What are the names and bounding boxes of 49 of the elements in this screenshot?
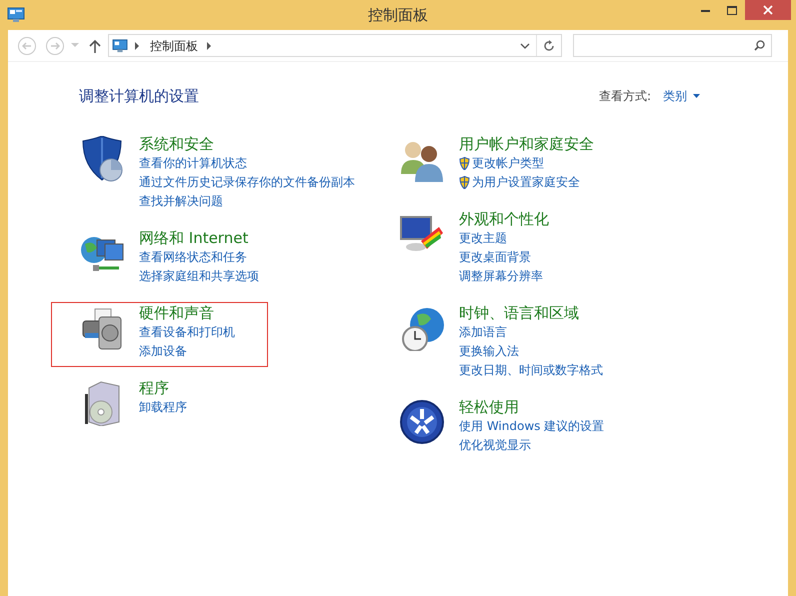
task-link[interactable]: 选择家庭组和共享选项 (139, 267, 259, 285)
category-title-link[interactable]: 时钟、语言和区域 (459, 302, 579, 322)
task-link[interactable]: 卸载程序 (139, 398, 187, 416)
task-link[interactable]: 更改帐户类型 (472, 154, 544, 172)
task-link[interactable]: 使用 Windows 建议的设置 (459, 417, 604, 435)
shield-icon (459, 156, 470, 170)
accessibility-icon[interactable] (399, 398, 445, 444)
category-title-link[interactable]: 用户帐户和家庭安全 (459, 134, 594, 154)
task-link[interactable]: 查看你的计算机状态 (139, 154, 247, 172)
category-title-link[interactable]: 系统和安全 (139, 134, 214, 154)
category-title-link[interactable]: 程序 (139, 378, 169, 398)
task-link[interactable]: 查看网络状态和任务 (139, 248, 247, 266)
caret-icon (693, 94, 700, 98)
chevron-right-icon[interactable] (207, 42, 212, 50)
page-heading: 调整计算机的设置 (79, 86, 199, 107)
search-field[interactable] (573, 34, 772, 57)
task-link[interactable]: 更改日期、时间或数字格式 (459, 361, 603, 379)
category-title-link[interactable]: 网络和 Internet (139, 228, 248, 248)
close-button[interactable] (745, 0, 791, 20)
task-link[interactable]: 更换输入法 (459, 342, 519, 360)
minimize-icon (700, 8, 710, 12)
view-by-label: 查看方式: (598, 88, 651, 106)
close-icon (763, 5, 773, 15)
control-panel-icon (112, 38, 128, 52)
task-link[interactable]: 为用户设置家庭安全 (472, 173, 580, 191)
task-link[interactable]: 查看设备和打印机 (139, 323, 235, 341)
breadcrumb-link[interactable]: 控制面板 (150, 36, 198, 54)
task-link[interactable]: 优化视觉显示 (459, 436, 531, 454)
view-by-dropdown[interactable]: 类别 (663, 87, 700, 106)
category-title-link[interactable]: 外观和个性化 (459, 208, 549, 228)
maximize-icon (726, 6, 736, 14)
control-panel-icon[interactable] (7, 7, 25, 23)
refresh-icon[interactable] (543, 40, 555, 52)
task-link[interactable]: 通过文件历史记录保存你的文件备份副本 (139, 173, 355, 191)
chevron-down-icon[interactable] (520, 42, 530, 48)
chevron-right-icon[interactable] (135, 42, 140, 50)
address-field[interactable]: 控制面板 (108, 34, 562, 57)
category-title-link[interactable]: 硬件和声音 (139, 302, 214, 322)
task-link[interactable]: 更改主题 (459, 229, 507, 247)
task-link[interactable]: 添加语言 (459, 323, 507, 341)
task-link[interactable]: 调整屏幕分辨率 (459, 267, 543, 285)
search-icon[interactable] (754, 40, 765, 51)
shield-icon (459, 176, 470, 188)
task-link[interactable]: 更改桌面背景 (459, 248, 531, 266)
up-arrow-icon[interactable] (89, 38, 101, 52)
task-link[interactable]: 添加设备 (139, 342, 187, 360)
task-link[interactable]: 查找并解决问题 (139, 192, 223, 210)
category-title-link[interactable]: 轻松使用 (459, 396, 519, 416)
window-title: 控制面板 (367, 4, 429, 26)
